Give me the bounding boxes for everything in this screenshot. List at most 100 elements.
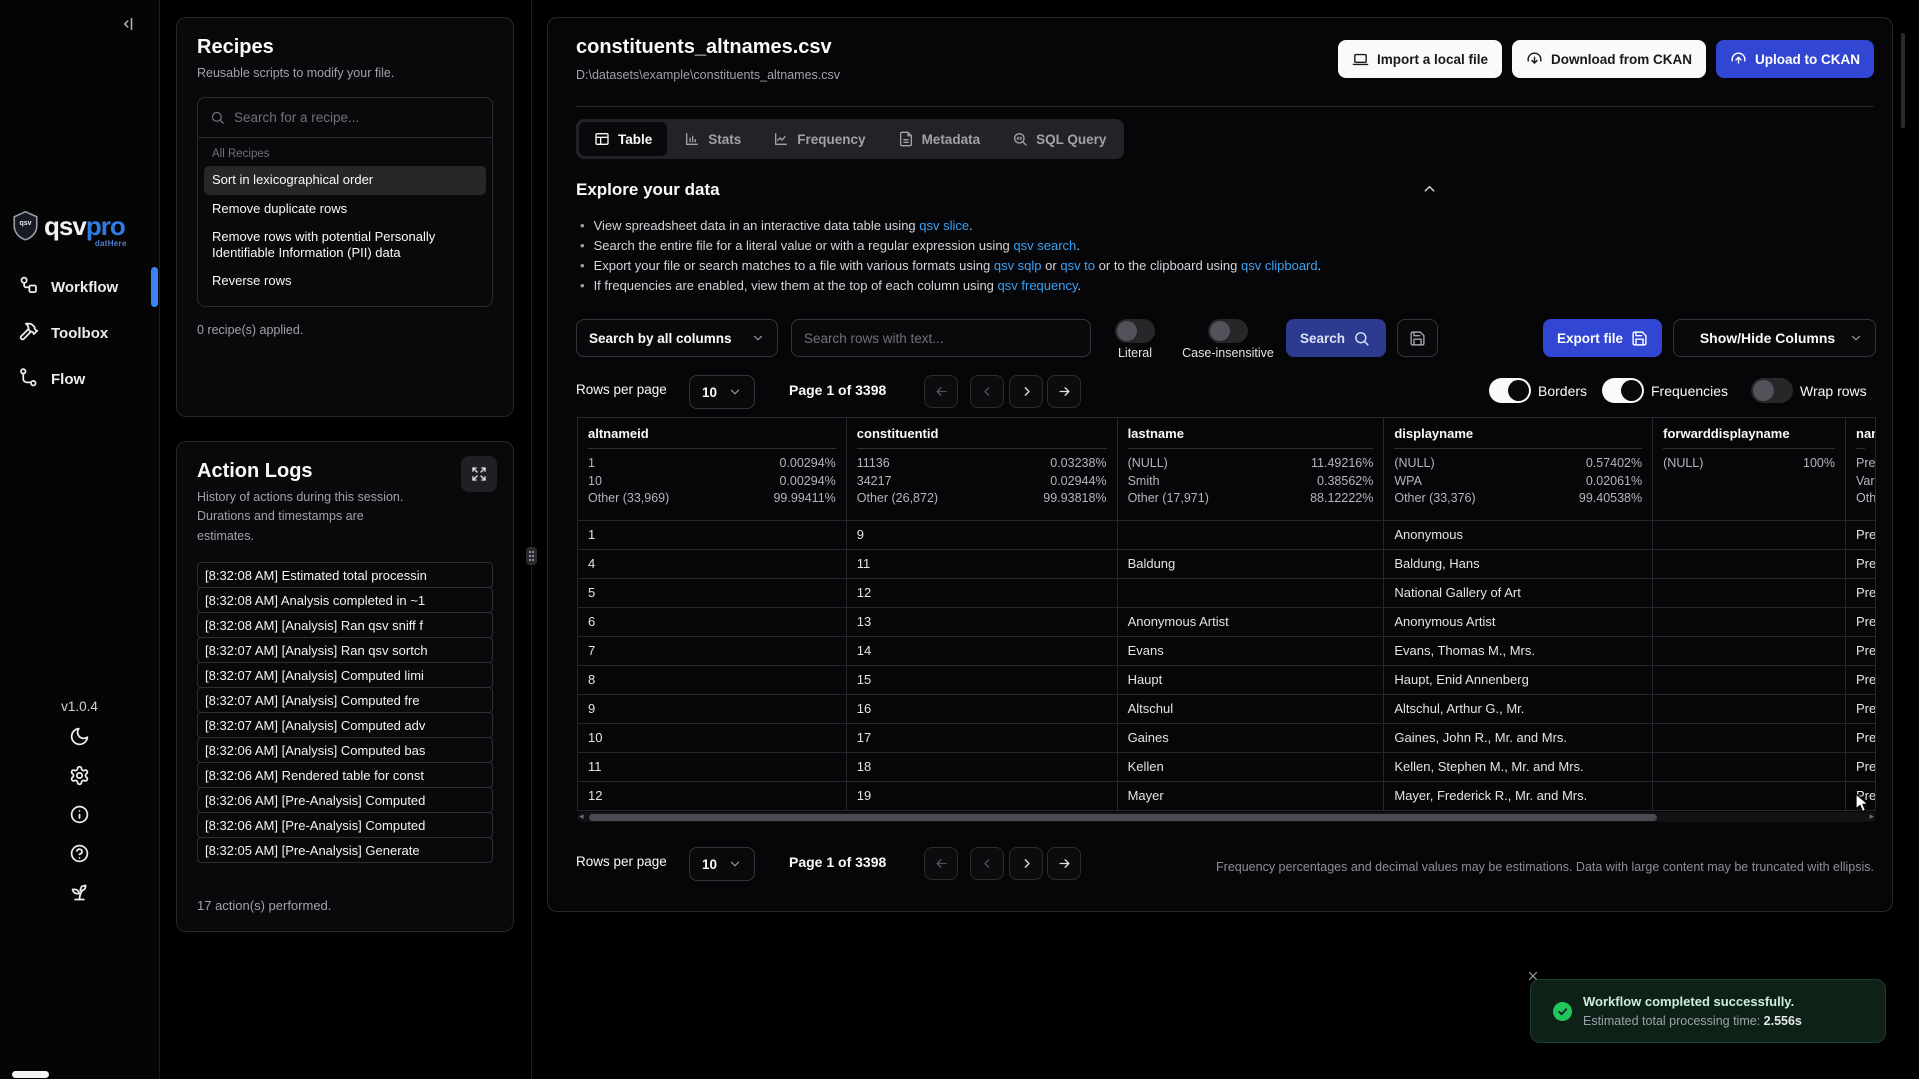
search-code-icon [1012, 131, 1028, 147]
sidebar-item-flow[interactable]: Flow [0, 356, 159, 402]
rows-per-page-selector[interactable]: 10 [689, 375, 755, 409]
export-file-button[interactable]: Export file [1543, 319, 1662, 357]
column-header[interactable]: lastname(NULL)11.49216%Smith0.38562%Othe… [1118, 418, 1385, 521]
horizontal-scrollbar[interactable]: ◂ ▸ [577, 812, 1876, 822]
qsv-doc-link[interactable]: qsv slice [919, 218, 969, 233]
table-row[interactable]: 1219MayerMayer, Frederick R., Mr. and Mr… [578, 782, 1876, 811]
table-cell: Altschul [1118, 695, 1385, 724]
panel-resize-handle[interactable] [526, 547, 537, 565]
tab-stats[interactable]: Stats [669, 122, 756, 156]
settings-gear-icon[interactable] [69, 765, 90, 786]
column-header[interactable]: altnameid10.00294%100.00294%Other (33,96… [578, 418, 847, 521]
column-header[interactable]: constituentid111360.03238%342170.02944%O… [847, 418, 1118, 521]
sidebar-item-toolbox[interactable]: Toolbox [0, 310, 159, 356]
show-hide-columns-button[interactable]: Show/Hide Columns [1673, 319, 1876, 357]
tab-sql-query[interactable]: SQL Query [997, 122, 1121, 156]
qsv-doc-link[interactable]: qsv search [1013, 238, 1076, 253]
search-column-selector[interactable]: Search by all columns [576, 319, 778, 357]
table-row[interactable]: 512National Gallery of ArtPre [578, 579, 1876, 608]
recipe-item[interactable]: Reverse rows [204, 267, 486, 295]
table-cell: 15 [847, 666, 1118, 695]
table-cell [1653, 608, 1846, 637]
sidebar-item-label: Toolbox [51, 325, 108, 342]
page-arrow-right-button[interactable] [1047, 847, 1081, 880]
table-cell: Gaines, John R., Mr. and Mrs. [1384, 724, 1653, 753]
log-entry: [8:32:08 AM] [Analysis] Ran qsv sniff f [197, 612, 493, 638]
table-cell: Altschul, Arthur G., Mr. [1384, 695, 1653, 724]
seedling-icon[interactable] [69, 882, 90, 903]
qsv-doc-link[interactable]: qsv sqlp [994, 258, 1042, 273]
help-icon[interactable] [69, 843, 90, 864]
qsv-doc-link[interactable]: qsv frequency [998, 278, 1078, 293]
scrollbar-thumb[interactable] [589, 814, 1657, 821]
recipe-item[interactable]: Remove duplicate rows [204, 195, 486, 223]
line-chart-icon [773, 131, 789, 147]
table-row[interactable]: 1017GainesGaines, John R., Mr. and Mrs.P… [578, 724, 1876, 753]
chevron-down-icon [751, 331, 765, 345]
wrap-rows-toggle[interactable] [1751, 378, 1793, 403]
rows-per-page-selector[interactable]: 10 [689, 847, 755, 881]
download-from-ckan-button[interactable]: Download from CKAN [1512, 40, 1706, 78]
page-arrow-right-button[interactable] [1047, 375, 1081, 408]
table-cell: Kellen [1118, 753, 1385, 782]
page-chevron-right-button[interactable] [1009, 375, 1043, 408]
explore-bullet: •Search the entire file for a literal va… [580, 236, 1321, 256]
dark-mode-moon-icon[interactable] [69, 726, 90, 747]
table-row[interactable]: 1118KellenKellen, Stephen M., Mr. and Mr… [578, 753, 1876, 782]
table-row[interactable]: 815HauptHaupt, Enid AnnenbergPre [578, 666, 1876, 695]
search-button[interactable]: Search [1286, 319, 1386, 357]
qsv-doc-link[interactable]: qsv clipboard [1241, 258, 1318, 273]
table-row[interactable]: 714EvansEvans, Thomas M., Mrs.Pre [578, 637, 1876, 666]
table-cell: 4 [578, 550, 847, 579]
rows-per-page-label: Rows per page [576, 854, 667, 869]
column-header-label: constituentid [857, 426, 1107, 441]
table-row[interactable]: 613Anonymous ArtistAnonymous ArtistPre [578, 608, 1876, 637]
collapse-section-chevron-icon[interactable] [1416, 178, 1442, 204]
import-local-file-button[interactable]: Import a local file [1338, 40, 1502, 78]
recipe-search-input[interactable]: Search for a recipe... [198, 98, 492, 138]
scroll-right-arrow-icon[interactable]: ▸ [1869, 811, 1874, 822]
case-insensitive-toggle[interactable] [1208, 319, 1248, 343]
borders-toggle[interactable] [1489, 378, 1531, 403]
qsv-shield-icon: qsv [12, 210, 39, 241]
table-row[interactable]: 411BaldungBaldung, HansPre [578, 550, 1876, 579]
tab-frequency[interactable]: Frequency [758, 122, 880, 156]
page-chevron-left-button[interactable] [970, 847, 1004, 880]
page-chevron-right-button[interactable] [1009, 847, 1043, 880]
qsv-doc-link[interactable]: qsv to [1060, 258, 1095, 273]
table-row[interactable]: 916AltschulAltschul, Arthur G., Mr.Pre [578, 695, 1876, 724]
table-footnote: Frequency percentages and decimal values… [1216, 860, 1874, 874]
page-chevron-left-button[interactable] [970, 375, 1004, 408]
tab-metadata[interactable]: Metadata [883, 122, 996, 156]
recipe-item[interactable]: Sort in lexicographical order [204, 166, 486, 194]
page-arrow-left-button[interactable] [924, 847, 958, 880]
save-search-button[interactable] [1397, 319, 1438, 357]
scroll-left-arrow-icon[interactable]: ◂ [579, 811, 584, 822]
info-icon[interactable] [69, 804, 90, 825]
flow-icon [18, 367, 39, 392]
table-row[interactable]: 19AnonymousPre [578, 521, 1876, 550]
tab-table[interactable]: Table [579, 122, 667, 156]
recipe-item[interactable]: Remove rows with potential Personally Id… [204, 223, 486, 268]
table-cell: Baldung [1118, 550, 1385, 579]
search-rows-input[interactable]: Search rows with text... [791, 319, 1091, 357]
vertical-scrollbar-thumb[interactable] [1901, 33, 1905, 128]
table-cell: 14 [847, 637, 1118, 666]
collapse-sidebar-icon[interactable] [115, 12, 139, 36]
sidebar-item-workflow[interactable]: Workflow [0, 264, 159, 310]
explore-section-title: Explore your data [576, 180, 720, 200]
expand-logs-button[interactable] [461, 456, 497, 492]
literal-toggle[interactable] [1115, 319, 1155, 343]
frequencies-toggle[interactable] [1602, 378, 1644, 403]
column-header[interactable]: namPreVarOth [1846, 418, 1876, 521]
column-header[interactable]: displayname(NULL)0.57402%WPA0.02061%Othe… [1384, 418, 1653, 521]
bullet-dot: • [580, 236, 585, 256]
literal-toggle-label: Literal [1118, 346, 1152, 360]
upload-to-ckan-button[interactable]: Upload to CKAN [1716, 40, 1874, 78]
page-arrow-left-button[interactable] [924, 375, 958, 408]
log-list[interactable]: [8:32:08 AM] Estimated total processin[8… [197, 562, 493, 865]
column-header[interactable]: forwarddisplayname(NULL)100% [1653, 418, 1846, 521]
logo-subtext: datHere [95, 240, 127, 248]
view-tabs: Table Stats Frequency Metadata SQL Query [576, 119, 1124, 159]
toast-subtitle: Estimated total processing time: 2.556s [1583, 1014, 1802, 1028]
